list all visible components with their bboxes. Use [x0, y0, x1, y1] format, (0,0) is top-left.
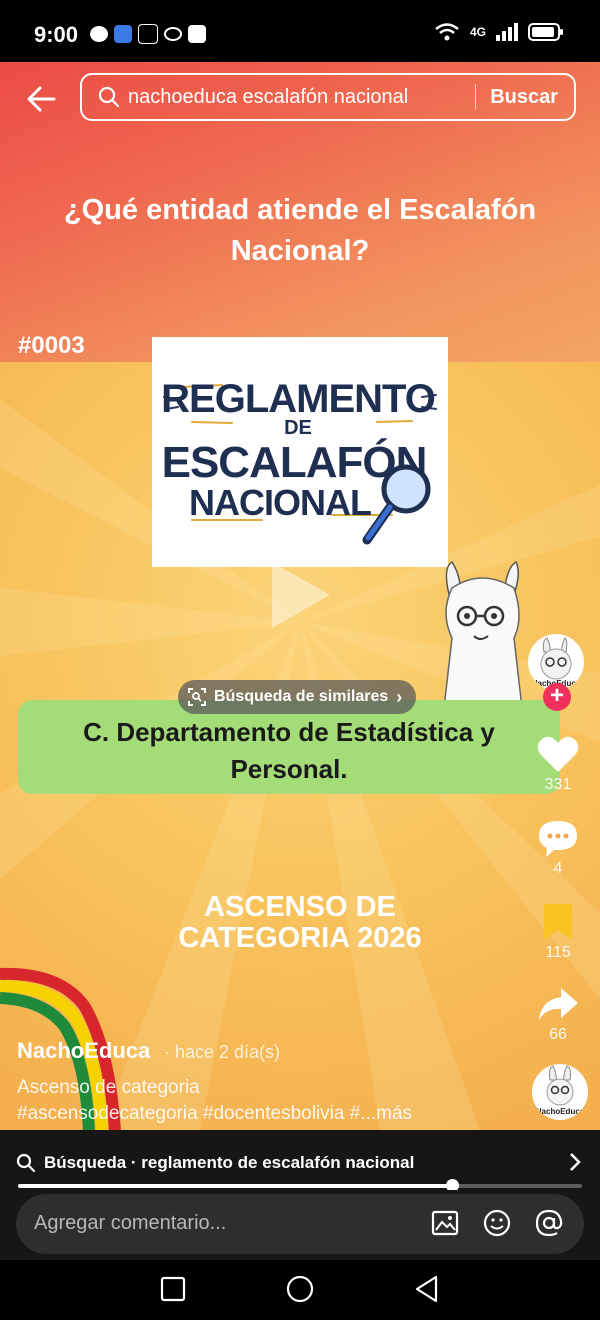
answer-text: C. Departamento de Estadística y Persona…: [83, 717, 495, 784]
status-right: 4G: [434, 22, 564, 42]
comment-button[interactable]: 4: [528, 818, 588, 878]
progress-fill: [18, 1184, 453, 1188]
recent-apps-icon[interactable]: [160, 1276, 186, 1302]
post-caption: Ascenso de categoria: [17, 1077, 200, 1098]
status-time: 9:00: [34, 22, 79, 47]
like-button[interactable]: 331: [528, 734, 588, 794]
similar-search-button[interactable]: Búsqueda de similares ›: [178, 680, 417, 714]
search-icon: [16, 1153, 36, 1173]
status-bar: 9:00 4G: [0, 0, 600, 62]
app-icon: [114, 25, 132, 43]
chevron-right-icon: ›: [396, 686, 403, 707]
author-name[interactable]: NachoEduca: [17, 1038, 150, 1064]
mention-icon[interactable]: [534, 1208, 564, 1238]
share-icon: [539, 988, 578, 1020]
save-count: 115: [545, 944, 571, 961]
play-icon[interactable]: [268, 560, 332, 630]
signal-icon: [496, 23, 518, 41]
system-nav-bar: [0, 1260, 600, 1320]
chat-icon: [90, 26, 108, 42]
news-icon: [188, 25, 206, 43]
post-tags[interactable]: #ascensodecategoria #docentesbolivia #..…: [17, 1103, 412, 1125]
chevron-right-icon: [570, 1153, 581, 1171]
back-icon[interactable]: [414, 1275, 440, 1303]
music-disc[interactable]: NachoEduca: [532, 1064, 588, 1120]
scan-icon: [188, 688, 206, 706]
back-arrow-icon[interactable]: [24, 82, 60, 116]
related-search-bar[interactable]: Búsqueda · reglamento de escalafón nacio…: [0, 1130, 600, 1190]
comment-placeholder: Agregar comentario...: [34, 1212, 227, 1234]
follow-button[interactable]: +: [543, 683, 571, 711]
comment-input[interactable]: Agregar comentario...: [16, 1194, 584, 1254]
comment-bar: Agregar comentario...: [0, 1190, 600, 1260]
battery-icon: [528, 23, 563, 41]
comment-count: 4: [553, 860, 563, 877]
card-line4: NACIONAL: [189, 482, 371, 523]
like-count: 331: [544, 776, 572, 793]
share-count: 66: [549, 1026, 567, 1043]
post-time: · hace 2 día(s): [164, 1042, 281, 1062]
wifi-icon: [435, 23, 459, 41]
music-disc-llama-icon: NachoEduca: [536, 1065, 585, 1116]
number-tag: #0003: [18, 332, 85, 359]
reglamento-card: REGLAMENTO DE ESCALAFÓN NACIONAL: [152, 337, 448, 567]
heart-icon: [537, 736, 579, 772]
comment-icon: [539, 821, 577, 857]
card-line1: REGLAMENTO: [161, 377, 435, 421]
network-label: 4G: [469, 25, 486, 39]
home-icon[interactable]: [286, 1275, 314, 1303]
search-icon: [98, 86, 120, 108]
tiktok-icon: [138, 24, 158, 44]
search-button[interactable]: Buscar: [476, 86, 574, 109]
share-button[interactable]: 66: [528, 984, 588, 1044]
llama-mascot: [443, 560, 523, 708]
link-icon: [164, 27, 182, 41]
notification-icons: [90, 24, 206, 44]
ascenso-line2: CATEGORIA 2026: [178, 922, 422, 954]
question-text: ¿Qué entidad atiende el Escalafón Nacion…: [63, 194, 537, 267]
video-player[interactable]: nachoeduca escalafón nacional Buscar ¿Qu…: [0, 62, 600, 1130]
bookmark-icon: [544, 904, 572, 940]
video-progress-bar[interactable]: [18, 1179, 582, 1192]
ascenso-text: ASCENSO DE CATEGORIA 2026: [140, 892, 460, 954]
card-line2: DE: [284, 417, 312, 439]
search-box[interactable]: nachoeduca escalafón nacional Buscar: [80, 73, 576, 121]
answer-box: C. Departamento de Estadística y Persona…: [18, 700, 560, 794]
reglamento-logo: REGLAMENTO DE ESCALAFÓN NACIONAL: [161, 377, 437, 545]
related-search-text: Búsqueda · reglamento de escalafón nacio…: [44, 1153, 415, 1172]
image-icon[interactable]: [430, 1208, 460, 1238]
ascenso-line1: ASCENSO DE: [204, 891, 396, 923]
save-button[interactable]: 115: [528, 902, 588, 962]
emoji-icon[interactable]: [482, 1208, 512, 1238]
search-input[interactable]: nachoeduca escalafón nacional: [128, 86, 475, 109]
similar-label: Búsqueda de similares: [214, 688, 389, 705]
